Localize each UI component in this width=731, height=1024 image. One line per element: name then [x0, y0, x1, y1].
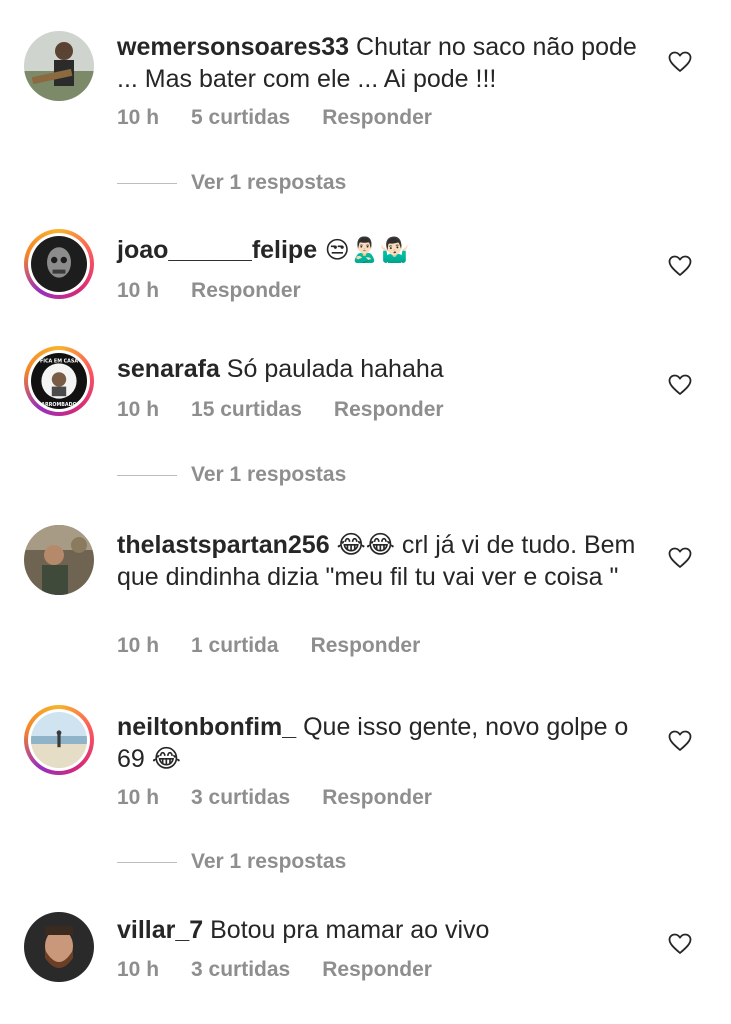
likes-count[interactable]: 15 curtidas	[191, 398, 302, 422]
comment-meta: 10 h 3 curtidas Responder	[117, 786, 464, 810]
user-photo-beard-icon	[24, 912, 94, 982]
comment-time: 10 h	[117, 786, 160, 809]
heart-icon[interactable]	[668, 374, 692, 396]
divider-line	[117, 182, 177, 184]
user-photo-outdoor-icon	[24, 525, 94, 595]
badge-top-text: FICA EM CASA	[40, 359, 78, 365]
story-ring: FICA EM CASA ARROMBADO	[28, 350, 90, 412]
user-photo-guitar-icon	[24, 31, 94, 101]
comment-text: thelastspartan256 😂😂 crl já vi de tudo. …	[117, 529, 647, 593]
heart-icon[interactable]	[668, 547, 692, 569]
view-replies-label: Ver 1 respostas	[191, 850, 347, 873]
reply-button[interactable]: Responder	[311, 634, 421, 658]
comment-username[interactable]: wemersonsoares33	[117, 33, 349, 61]
view-replies-label: Ver 1 respostas	[191, 463, 347, 486]
comment-time: 10 h	[117, 634, 160, 657]
view-replies-label: Ver 1 respostas	[191, 171, 347, 194]
avatar[interactable]	[24, 912, 94, 982]
story-ring	[28, 233, 90, 295]
comment-username[interactable]: joao______felipe	[117, 236, 317, 264]
comment-time: 10 h	[117, 106, 160, 129]
user-photo-badge-icon: FICA EM CASA ARROMBADO	[31, 353, 87, 409]
avatar[interactable]	[24, 31, 94, 101]
comment-text: joao______felipe 😒🙎🏻‍♂️🤷🏻‍♂️	[117, 234, 647, 266]
comment-time: 10 h	[117, 958, 160, 981]
comment-meta: 10 h 5 curtidas Responder	[117, 106, 464, 130]
view-replies-button[interactable]: Ver 1 respostas	[117, 850, 346, 874]
reply-button[interactable]: Responder	[334, 398, 444, 422]
story-ring	[28, 709, 90, 771]
heart-icon[interactable]	[668, 255, 692, 277]
likes-count[interactable]: 5 curtidas	[191, 106, 290, 130]
user-photo-beach-icon	[31, 712, 87, 768]
comment-username[interactable]: thelastspartan256	[117, 531, 330, 559]
avatar[interactable]	[24, 525, 94, 595]
comment-text: villar_7 Botou pra mamar ao vivo	[117, 914, 647, 946]
likes-count[interactable]: 3 curtidas	[191, 786, 290, 810]
comment-text: senarafa Só paulada hahaha	[117, 353, 647, 385]
view-replies-button[interactable]: Ver 1 respostas	[117, 463, 346, 487]
comment-meta: 10 h Responder	[117, 279, 333, 303]
comment-username[interactable]: senarafa	[117, 355, 220, 383]
likes-count[interactable]: 3 curtidas	[191, 958, 290, 982]
view-replies-button[interactable]: Ver 1 respostas	[117, 171, 346, 195]
divider-line	[117, 474, 177, 476]
avatar[interactable]: FICA EM CASA ARROMBADO	[24, 346, 94, 416]
comment-time: 10 h	[117, 398, 160, 421]
likes-count[interactable]: 1 curtida	[191, 634, 279, 658]
heart-icon[interactable]	[668, 933, 692, 955]
comment-body: Botou pra mamar ao vivo	[203, 916, 490, 944]
comment-username[interactable]: neiltonbonfim_	[117, 713, 296, 741]
comment-meta: 10 h 1 curtida Responder	[117, 634, 452, 658]
avatar[interactable]	[24, 705, 94, 775]
heart-icon[interactable]	[668, 51, 692, 73]
comment-text: neiltonbonfim_ Que isso gente, novo golp…	[117, 711, 647, 775]
comment-meta: 10 h 3 curtidas Responder	[117, 958, 464, 982]
comment-body: 😒🙎🏻‍♂️🤷🏻‍♂️	[317, 236, 410, 264]
divider-line	[117, 861, 177, 863]
badge-bottom-text: ARROMBADO	[41, 402, 76, 408]
avatar[interactable]	[24, 229, 94, 299]
reply-button[interactable]: Responder	[191, 279, 301, 303]
comment-meta: 10 h 15 curtidas Responder	[117, 398, 476, 422]
comment-username[interactable]: villar_7	[117, 916, 203, 944]
reply-button[interactable]: Responder	[322, 958, 432, 982]
heart-icon[interactable]	[668, 730, 692, 752]
reply-button[interactable]: Responder	[322, 106, 432, 130]
comment-time: 10 h	[117, 279, 160, 302]
reply-button[interactable]: Responder	[322, 786, 432, 810]
comment-body: Só paulada hahaha	[219, 355, 444, 383]
user-photo-mask-icon	[31, 236, 87, 292]
comment-text: wemersonsoares33 Chutar no saco não pode…	[117, 31, 647, 95]
